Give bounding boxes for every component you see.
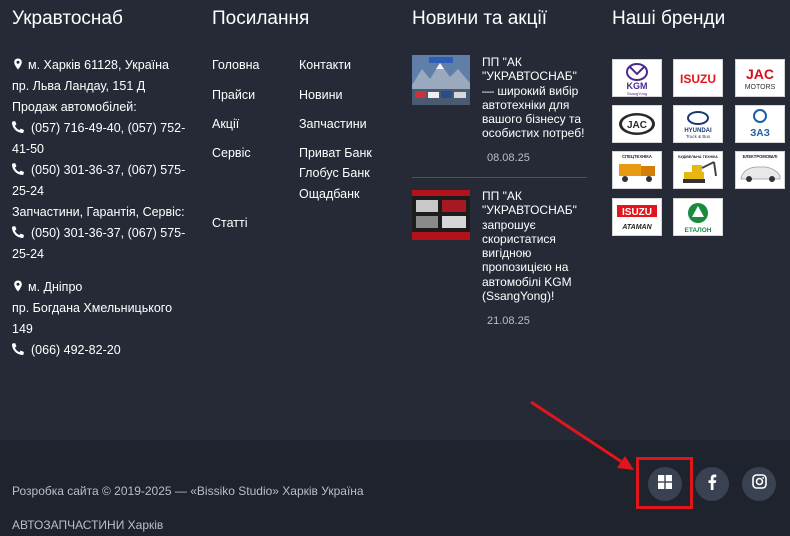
svg-text:JAC: JAC (627, 120, 647, 131)
link-home[interactable]: Головна (212, 58, 260, 72)
link-globus-bank[interactable]: Глобус Банк (299, 166, 370, 180)
phone2-line1[interactable]: (050) 301-36-37, (067) 575- (31, 163, 185, 177)
svg-text:Truck & Bus: Truck & Bus (686, 134, 711, 139)
address2-line3: 149 (12, 322, 33, 336)
facebook-button[interactable] (695, 467, 729, 501)
copyright: Розробка сайта © 2019-2025 — «Bissiko St… (12, 484, 364, 498)
svg-text:БУДІВЕЛЬНА ТЕХНІКА: БУДІВЕЛЬНА ТЕХНІКА (678, 155, 718, 159)
sales-label: Продаж автомобілей: (12, 100, 137, 114)
svg-text:JAC: JAC (746, 66, 774, 82)
address2-line1: м. Дніпро (28, 280, 83, 294)
brand-jac-motors-logo[interactable]: JAC MOTORS (735, 59, 785, 97)
news-thumbnail[interactable] (412, 55, 470, 105)
brand-isuzu-logo[interactable]: ISUZU (673, 59, 723, 97)
parts-label: Запчастини, Гарантія, Сервіс: (12, 205, 185, 219)
phone4[interactable]: (066) 492-82-20 (31, 343, 121, 357)
phone1-line2[interactable]: 41-50 (12, 142, 44, 156)
phone-icon (12, 121, 24, 133)
brand-jac-logo[interactable]: JAC (612, 105, 662, 143)
news-item-text[interactable]: ПП "АК "УКРАВТОСНАБ" — широкий вибір авт… (482, 55, 588, 141)
news-thumbnail[interactable] (412, 190, 470, 240)
map-marker-icon (12, 58, 24, 70)
news-divider (412, 177, 587, 178)
brand-electric-cars[interactable]: ЕЛЕКТРОМОБІЛІ (735, 151, 785, 189)
link-promotions[interactable]: Акції (212, 117, 239, 131)
news-item-text[interactable]: ПП "АК "УКРАВТОСНАБ" запрошує скористати… (482, 189, 588, 303)
brand-special-equipment[interactable]: СПЕЦТЕХНІКА (612, 151, 662, 189)
link-articles[interactable]: Статті (212, 216, 248, 230)
news-date: 21.08.25 (487, 315, 530, 327)
highlight-box (636, 457, 693, 509)
svg-text:СПЕЦТЕХНІКА: СПЕЦТЕХНІКА (622, 154, 652, 159)
brand-hyundai-logo[interactable]: HYUNDAI Truck & Bus (673, 105, 723, 143)
svg-text:ATAMAN: ATAMAN (621, 224, 652, 231)
links-title: Посилання (212, 8, 310, 29)
phone-icon (12, 226, 24, 238)
phone-icon (12, 343, 24, 355)
company-title: Укравтоснаб (12, 8, 123, 29)
address1-line1: м. Харків 61128, Україна (28, 58, 169, 72)
address2-line2: пр. Богдана Хмельницького (12, 301, 173, 315)
brand-construction-equipment[interactable]: БУДІВЕЛЬНА ТЕХНІКА (673, 151, 723, 189)
svg-text:ISUZU: ISUZU (680, 72, 716, 86)
phone2-line2[interactable]: 25-24 (12, 184, 44, 198)
link-parts[interactable]: Запчастини (299, 117, 367, 131)
svg-text:SsangYong: SsangYong (627, 91, 647, 96)
instagram-icon (751, 474, 767, 494)
svg-text:KGM: KGM (627, 81, 648, 91)
svg-text:MOTORS: MOTORS (745, 84, 776, 91)
link-privat-bank[interactable]: Приват Банк (299, 146, 372, 160)
phone3-line2[interactable]: 25-24 (12, 247, 44, 261)
facebook-icon (707, 474, 717, 495)
link-service[interactable]: Сервіс (212, 146, 251, 160)
instagram-button[interactable] (742, 467, 776, 501)
brand-kgm-logo[interactable]: KGM SsangYong (612, 59, 662, 97)
tagline: АВТОЗАПЧАСТИНИ Харків (12, 518, 164, 532)
brand-isuzu-ataman-logo[interactable]: ISUZU ATAMAN (612, 198, 662, 236)
map-marker-icon (12, 280, 24, 292)
brands-title: Наші бренди (612, 8, 726, 29)
phone3-line1[interactable]: (050) 301-36-37, (067) 575- (31, 226, 185, 240)
link-prices[interactable]: Прайси (212, 88, 255, 102)
svg-text:ISUZU: ISUZU (622, 207, 652, 218)
phone-icon (12, 163, 24, 175)
brand-zaz-logo[interactable]: ЗАЗ (735, 105, 785, 143)
link-news[interactable]: Новини (299, 88, 343, 102)
news-title: Новини та акції (412, 8, 547, 29)
svg-text:ЕТАЛОН: ЕТАЛОН (685, 227, 712, 234)
phone1-line1[interactable]: (057) 716-49-40, (057) 752- (31, 121, 185, 135)
link-oschadbank[interactable]: Ощадбанк (299, 187, 359, 201)
svg-text:ЕЛЕКТРОМОБІЛІ: ЕЛЕКТРОМОБІЛІ (743, 154, 778, 159)
news-date: 08.08.25 (487, 152, 530, 164)
link-contacts[interactable]: Контакти (299, 58, 351, 72)
svg-text:ЗАЗ: ЗАЗ (750, 128, 770, 139)
address1-line2: пр. Льва Ландау, 151 Д (12, 79, 146, 93)
brand-etalon-logo[interactable]: ЕТАЛОН (673, 198, 723, 236)
